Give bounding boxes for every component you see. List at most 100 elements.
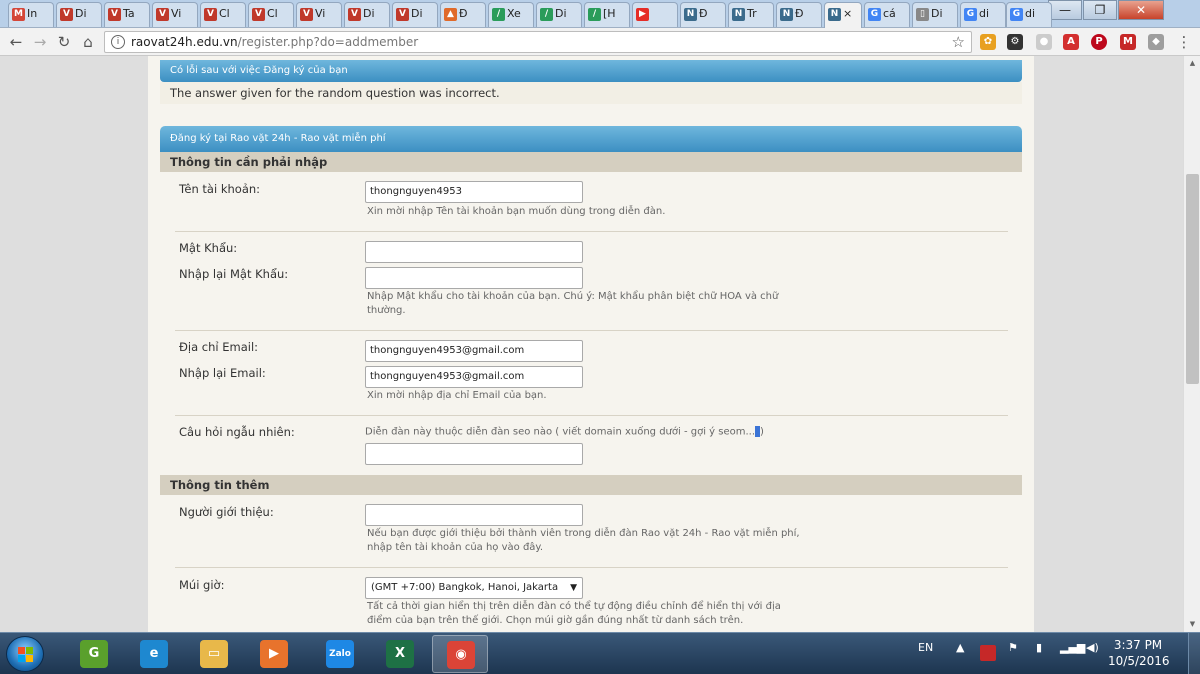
tab-label: Di	[411, 7, 423, 20]
maximize-button[interactable]: ❐	[1083, 0, 1117, 20]
tab-favicon-icon: V	[60, 7, 73, 21]
password-description-line1: Nhập Mật khẩu cho tài khoản của bạn. Chú…	[367, 291, 779, 302]
browser-tab[interactable]: V Vi	[296, 2, 342, 27]
tray-battery-icon[interactable]: ▮	[1036, 641, 1042, 654]
tab-strip: — ❐ ✕ M In V Di V Ta V Vi V Cl V Cl V Vi V Di V Di ▲ Đ / Xe / D…	[0, 0, 1200, 28]
browser-tab[interactable]: V Di	[392, 2, 438, 27]
tab-label: Đ	[795, 7, 804, 20]
tray-volume-icon[interactable]: ◀)	[1086, 641, 1099, 654]
browser-tab[interactable]: NĐ	[776, 2, 822, 27]
tray-expand-icon[interactable]: ▲	[956, 641, 964, 654]
browser-tab[interactable]: ▶	[632, 2, 678, 27]
divider	[175, 567, 1008, 568]
pinterest-icon[interactable]: P	[1091, 34, 1107, 50]
system-clock[interactable]: 3:37 PM 10/5/2016	[1108, 637, 1170, 669]
minimize-button[interactable]: —	[1048, 0, 1082, 20]
taskbar-app-file-explorer[interactable]: ▭	[186, 635, 242, 673]
email-input[interactable]: thongnguyen4953@gmail.com	[365, 340, 583, 362]
tab-label: Tr	[747, 7, 757, 20]
taskbar-app-chrome[interactable]: ◉	[432, 635, 488, 673]
taskbar-app-zalo[interactable]: Zalo	[312, 635, 368, 673]
close-window-button[interactable]: ✕	[1118, 0, 1164, 20]
browser-tab[interactable]: Gdi	[960, 2, 1006, 27]
browser-tab[interactable]: Gcá	[864, 2, 910, 27]
tray-network-icon[interactable]: ▂▄▆	[1060, 641, 1085, 654]
random-question-text: Diễn đàn này thuộc diễn đàn seo nào ( vi…	[365, 426, 764, 438]
browser-tab[interactable]: N Tr	[728, 2, 774, 27]
vertical-scrollbar[interactable]: ▲ ▼	[1183, 56, 1200, 632]
timezone-select[interactable]: (GMT +7:00) Bangkok, Hanoi, Jakarta ▼	[365, 577, 583, 599]
browser-tab[interactable]: N ×	[824, 2, 862, 28]
taskbar-app-media-player[interactable]: ▶	[246, 635, 302, 673]
tab-label: Cl	[219, 7, 230, 20]
random-question-tail: )	[760, 426, 764, 438]
section-extra-title: Thông tin thêm	[160, 475, 1022, 495]
browser-tab[interactable]: NĐ	[680, 2, 726, 27]
tab-favicon-icon: /	[540, 7, 553, 21]
username-description: Xin mời nhập Tên tài khoản bạn muốn dùng…	[367, 206, 666, 217]
taskbar-app-coccoc[interactable]: G	[66, 635, 122, 673]
username-input[interactable]: thongnguyen4953	[365, 181, 583, 203]
tab-label: di	[979, 7, 990, 20]
random-question-answer-input[interactable]	[365, 443, 583, 465]
extension-honey-icon[interactable]: ✿	[980, 34, 996, 50]
menu-icon[interactable]: ⋮	[1174, 32, 1194, 52]
gmail-notify-icon[interactable]: M	[1120, 34, 1136, 50]
referrer-description-line1: Nếu bạn được giới thiệu bởi thành viên t…	[367, 528, 800, 539]
browser-tab[interactable]: / [H	[584, 2, 630, 27]
email-label: Địa chỉ Email:	[179, 340, 259, 354]
password-confirm-input[interactable]	[365, 267, 583, 289]
zalo-icon: Zalo	[326, 640, 354, 668]
browser-tab[interactable]: ▯ Di	[912, 2, 958, 27]
tray-app-icon[interactable]	[980, 645, 996, 661]
bookmark-star-icon[interactable]: ☆	[952, 32, 965, 52]
forward-arrow-icon[interactable]: →	[30, 32, 50, 52]
browser-tab[interactable]: ▲ Đ	[440, 2, 486, 27]
tab-favicon-icon: V	[156, 7, 169, 21]
tab-label: Cl	[267, 7, 278, 20]
tab-label: In	[27, 7, 38, 20]
browser-tab[interactable]: V Vi	[152, 2, 198, 27]
windows-logo-icon	[18, 647, 34, 663]
tab-label: Đ	[699, 7, 708, 20]
scroll-up-icon[interactable]: ▲	[1184, 56, 1200, 71]
file-explorer-icon: ▭	[200, 640, 228, 668]
taskbar-app-excel[interactable]: X	[372, 635, 428, 673]
email-confirm-input[interactable]: thongnguyen4953@gmail.com	[365, 366, 583, 388]
extension-gear-icon[interactable]: ⚙	[1007, 34, 1023, 50]
reload-icon[interactable]: ↻	[54, 32, 74, 52]
random-question-body: Diễn đàn này thuộc diễn đàn seo nào ( vi…	[365, 426, 756, 438]
scroll-down-icon[interactable]: ▼	[1184, 617, 1200, 632]
home-icon[interactable]: ⌂	[78, 32, 98, 52]
start-button[interactable]	[6, 636, 44, 672]
page-viewport: Có lỗi sau với việc Đăng ký của bạn The …	[0, 56, 1183, 632]
browser-tab[interactable]: / Xe	[488, 2, 534, 27]
extension-pdf-icon[interactable]: A	[1063, 34, 1079, 50]
browser-tab[interactable]: / Di	[536, 2, 582, 27]
tab-favicon-icon: G	[964, 7, 977, 21]
back-arrow-icon[interactable]: ←	[6, 32, 26, 52]
extension-shield-icon[interactable]: ◆	[1148, 34, 1164, 50]
browser-tab[interactable]: V Cl	[200, 2, 246, 27]
show-desktop-button[interactable]	[1188, 633, 1200, 674]
language-indicator[interactable]: EN	[918, 641, 933, 654]
browser-tab[interactable]: V Di	[344, 2, 390, 27]
browser-tab[interactable]: M In	[8, 2, 54, 27]
tray-flag-icon[interactable]: ⚑	[1008, 641, 1018, 654]
address-bar[interactable]: i raovat24h.edu.vn/register.php?do=addme…	[104, 31, 972, 53]
password-input[interactable]	[365, 241, 583, 263]
browser-tab[interactable]: V Cl	[248, 2, 294, 27]
taskbar-app-internet-explorer[interactable]: e	[126, 635, 182, 673]
extension-circle-icon[interactable]: ●	[1036, 34, 1052, 50]
browser-tab[interactable]: V Di	[56, 2, 102, 27]
browser-tab[interactable]: V Ta	[104, 2, 150, 27]
error-title: Có lỗi sau với việc Đăng ký của bạn	[160, 60, 1022, 82]
scroll-thumb[interactable]	[1186, 174, 1199, 384]
referrer-input[interactable]	[365, 504, 583, 526]
email-confirm-label: Nhập lại Email:	[179, 366, 266, 380]
tab-label: Di	[931, 7, 943, 20]
tab-label: ×	[843, 7, 853, 20]
referrer-label: Người giới thiệu:	[179, 505, 274, 519]
info-icon[interactable]: i	[111, 35, 125, 49]
browser-tab[interactable]: Gdi	[1006, 2, 1052, 27]
